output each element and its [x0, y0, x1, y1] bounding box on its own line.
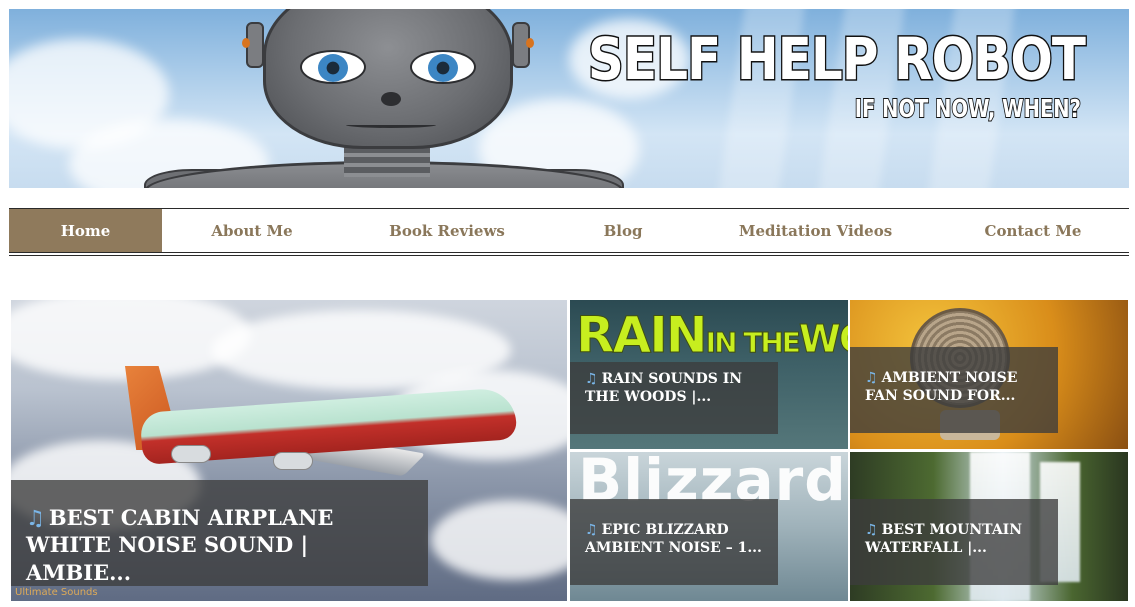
nav-item-book-reviews[interactable]: Book Reviews [342, 209, 552, 252]
airplane-engine [171, 445, 211, 463]
robot-neck [344, 147, 430, 177]
watermark: Ultimate Sounds [15, 587, 98, 598]
title-line: THE WOODS |... [585, 389, 712, 406]
featured-post-rain[interactable]: RAININ THEWOODS ♫RAIN SOUNDS IN THE WOOD… [570, 300, 848, 449]
music-note-icon: ♫ [865, 370, 878, 386]
thumbnail-text-small: IN THE [705, 326, 801, 360]
music-note-icon: ♫ [26, 505, 45, 530]
title-line: RAIN SOUNDS IN [601, 371, 743, 387]
airplane-engine [273, 452, 313, 470]
featured-post-waterfall[interactable]: ♫ BEST MOUNTAIN WATERFALL |... [850, 452, 1128, 601]
robot-eye [410, 50, 476, 84]
thumbnail-text-big: RAIN [576, 306, 709, 365]
post-title-blizzard[interactable]: ♫ EPIC BLIZZARD AMBIENT NOISE – 1... [570, 499, 778, 585]
robot-ear [242, 22, 264, 68]
title-line: FAN SOUND FOR... [865, 388, 1016, 405]
post-title-waterfall[interactable]: ♫ BEST MOUNTAIN WATERFALL |... [850, 499, 1058, 585]
music-note-icon: ♫ [585, 522, 598, 538]
music-note-icon: ♫ [865, 522, 878, 538]
main-nav: Home About Me Book Reviews Blog Meditati… [9, 208, 1129, 256]
robot-eye [300, 50, 366, 84]
title-line: AMBIENT NOISE [881, 370, 1018, 386]
featured-post-title[interactable]: ♫ BEST CABIN AIRPLANE WHITE NOISE SOUND |… [11, 480, 428, 586]
title-line: AMBIENT NOISE – 1... [585, 540, 762, 557]
nav-item-about-me[interactable]: About Me [162, 209, 342, 252]
title-line: WHITE NOISE SOUND | AMBIE... [26, 532, 309, 585]
thumbnail-text-end: WOODS [798, 317, 848, 362]
title-line: BEST MOUNTAIN [881, 522, 1023, 538]
robot-nose [381, 92, 401, 106]
site-tagline: IF NOT NOW, WHEN? [854, 93, 1082, 124]
robot-mouth [346, 122, 436, 128]
nav-item-meditation-videos[interactable]: Meditation Videos [694, 209, 937, 252]
nav-item-home[interactable]: Home [9, 209, 162, 252]
title-line: BEST CABIN AIRPLANE [48, 505, 334, 530]
site-title: SELF HELP ROBOT [587, 24, 1088, 95]
header-banner[interactable]: SELF HELP ROBOT IF NOT NOW, WHEN? [9, 9, 1129, 188]
featured-post-airplane[interactable]: Ultimate Sounds ♫ BEST CABIN AIRPLANE WHI… [11, 300, 567, 601]
nav-item-contact-me[interactable]: Contact Me [937, 209, 1129, 252]
featured-post-blizzard[interactable]: Blizzard ♫ EPIC BLIZZARD AMBIENT NOISE – … [570, 452, 848, 601]
thumbnail-text: RAININ THEWOODS [576, 306, 848, 365]
robot-ear [512, 22, 534, 68]
title-line: EPIC BLIZZARD [601, 522, 729, 538]
title-line: WATERFALL |... [865, 540, 987, 557]
nav-item-blog[interactable]: Blog [552, 209, 694, 252]
post-title-fan[interactable]: ♫ AMBIENT NOISE FAN SOUND FOR... [850, 347, 1058, 433]
featured-post-fan[interactable]: ♫ AMBIENT NOISE FAN SOUND FOR... [850, 300, 1128, 449]
robot-head [242, 9, 534, 149]
music-note-icon: ♫ [585, 371, 598, 387]
post-title-rain[interactable]: ♫ RAIN SOUNDS IN THE WOODS |... [570, 362, 778, 434]
